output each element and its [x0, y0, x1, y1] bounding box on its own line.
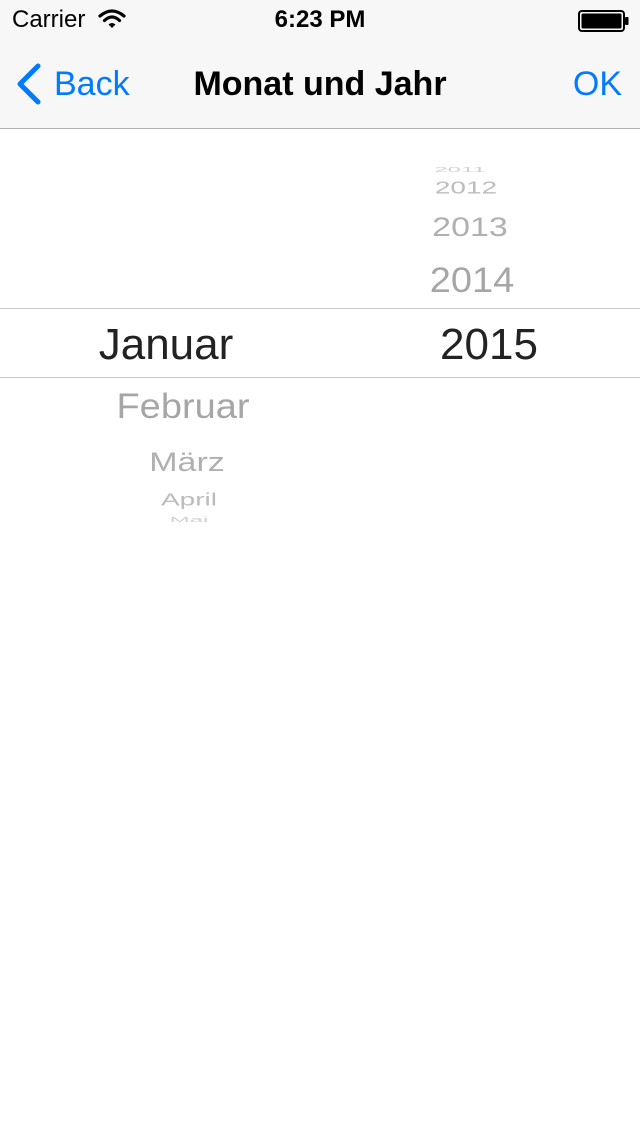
selection-indicator-top — [0, 308, 640, 309]
year-selected[interactable]: 2015 — [409, 323, 569, 367]
year-option[interactable]: 2014 — [392, 264, 552, 299]
page-title: Monat und Jahr — [193, 65, 447, 103]
month-option[interactable]: April — [89, 491, 289, 508]
screen: Carrier 6:23 PM Back Monat und Jahr OK J — [0, 0, 640, 1136]
year-option[interactable]: 2013 — [390, 213, 550, 240]
ok-button[interactable]: OK — [573, 62, 622, 106]
battery-icon — [578, 10, 629, 32]
navigation-bar: Back Monat und Jahr OK — [0, 40, 640, 129]
month-option[interactable]: Mai — [89, 516, 289, 523]
month-option[interactable]: Februar — [83, 390, 283, 425]
month-option[interactable]: März — [87, 448, 287, 475]
month-selected[interactable]: Januar — [66, 323, 266, 367]
status-time: 6:23 PM — [274, 6, 366, 33]
month-year-picker[interactable]: Januar Februar März April Mai 2011 2012 … — [0, 160, 640, 530]
selection-indicator-bottom — [0, 377, 640, 378]
year-option[interactable]: 2012 — [386, 179, 546, 196]
year-option[interactable]: 2011 — [380, 166, 540, 173]
status-bar: Carrier 6:23 PM — [0, 0, 640, 40]
